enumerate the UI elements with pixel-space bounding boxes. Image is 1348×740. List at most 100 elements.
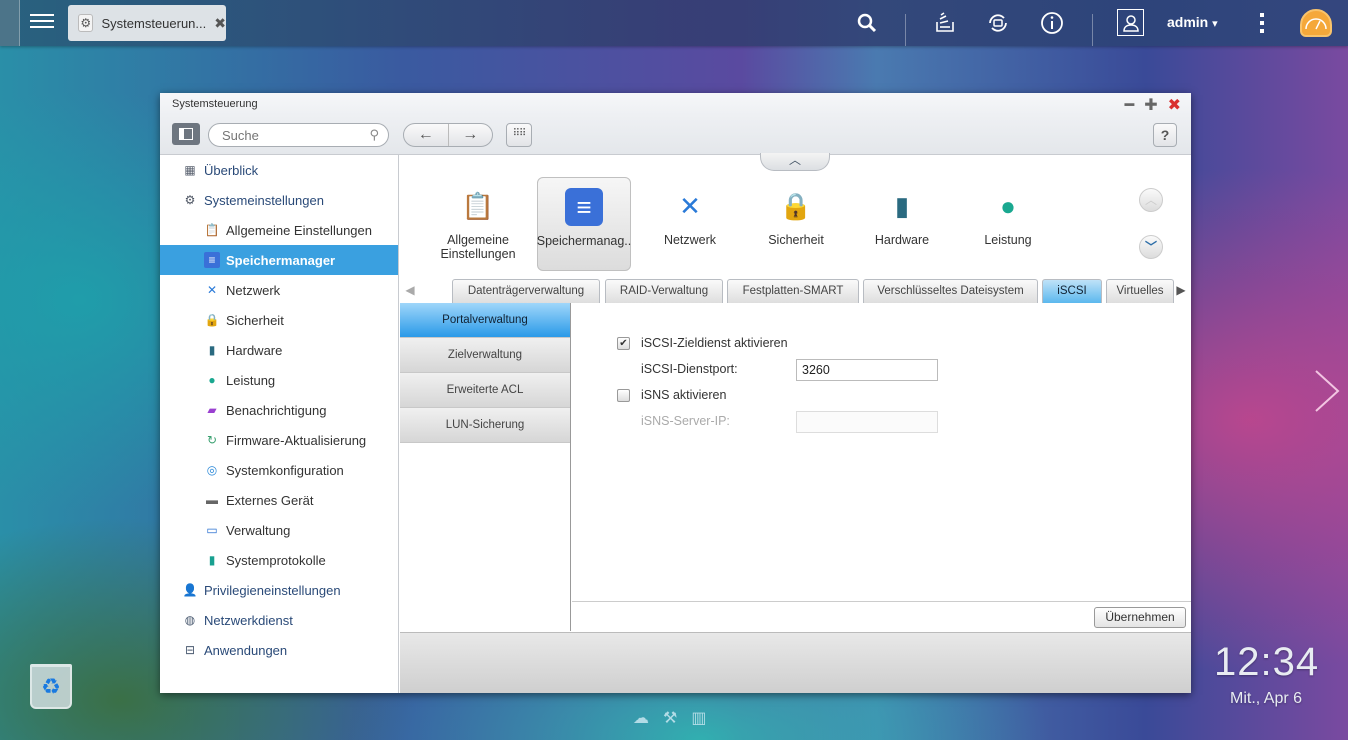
taskbar-tab-label: Systemsteuerun... [101, 15, 207, 31]
cloud-icon[interactable]: ☁ [633, 708, 649, 728]
book-icon[interactable]: ▥ [691, 708, 706, 728]
hardware-icon: ▮ [208, 343, 216, 357]
category-icon-button[interactable]: 🔒 Sicherheit [743, 177, 849, 271]
back-button[interactable]: ← [404, 124, 449, 146]
iscsi-enable-label: iSCSI-Zieldienst aktivieren [641, 336, 788, 350]
sidebar-item[interactable]: ↻ Firmware-Aktualisierung [160, 425, 398, 455]
app-grid-button[interactable]: ⠿⠿ [506, 123, 532, 147]
sidebar-item[interactable]: ▮ Hardware [160, 335, 398, 365]
sidebar-item[interactable]: ✕ Netzwerk [160, 275, 398, 305]
power-icon: ● [208, 373, 216, 387]
isns-ip-label: iSNS-Server-IP: [641, 414, 730, 428]
scroll-down-button[interactable]: ﹀ [1139, 235, 1163, 259]
general-settings-icon: 📋 [461, 191, 495, 221]
tab-scroll-right-icon[interactable]: ▶ [1173, 279, 1189, 301]
sidebar-item-label: Anwendungen [204, 642, 288, 658]
search-icon[interactable]: ⚲ [369, 127, 379, 143]
close-icon[interactable]: ✖ [1168, 95, 1181, 115]
isns-server-ip-input[interactable] [796, 411, 938, 433]
category-icon-button[interactable]: 📋 Allgemeine Einstellungen [425, 177, 531, 271]
sync-icon[interactable] [985, 8, 1011, 38]
user-menu[interactable]: admin ▾ [1167, 14, 1218, 30]
control-panel-window: Systemsteuerung ━ ✚ ✖ ⚲ ← → ⠿⠿ ? ▦ Überbl… [160, 93, 1191, 693]
sidebar-item-label: Systemkonfiguration [226, 462, 344, 478]
subtab[interactable]: RAID-Verwaltung [605, 279, 723, 303]
apply-button[interactable]: Übernehmen [1094, 607, 1186, 628]
category-icon-button[interactable]: ● Leistung [955, 177, 1061, 271]
iscsi-enable-checkbox[interactable]: ✔ [617, 336, 630, 350]
category-icon-label: Allgemeine Einstellungen [440, 233, 516, 261]
sidebar-item[interactable]: ⊟ Anwendungen [160, 635, 398, 665]
toggle-sidebar-button[interactable] [172, 123, 200, 145]
subtab[interactable]: Datenträgerverwaltung [452, 279, 600, 303]
window-titlebar[interactable]: Systemsteuerung ━ ✚ ✖ [160, 93, 1191, 115]
clock-time: 12:34 [1214, 640, 1320, 684]
window-toolbar: ⚲ ← → ⠿⠿ ? [160, 115, 1191, 155]
next-desktop-icon[interactable] [1312, 368, 1342, 414]
sidebar-item[interactable]: 📋 Allgemeine Einstellungen [160, 215, 398, 245]
sidebar-item-label: Firmware-Aktualisierung [226, 432, 367, 448]
gear-icon: ⚙ [78, 14, 94, 32]
sidebar-item[interactable]: ▰ Benachrichtigung [160, 395, 398, 425]
sidebar-item[interactable]: ◍ Netzwerkdienst [160, 605, 398, 635]
more-icon[interactable] [1252, 8, 1272, 38]
subtab[interactable]: Festplatten-SMART [727, 279, 859, 303]
sidebar-item[interactable]: ▭ Verwaltung [160, 515, 398, 545]
category-icon-button[interactable]: ≡ Speichermanag.. [537, 177, 631, 271]
scroll-up-button[interactable]: ︿ [1139, 188, 1163, 212]
sidebar-item[interactable]: 👤 Privilegieneinstellungen [160, 575, 398, 605]
forward-button[interactable]: → [449, 124, 493, 146]
iscsi-settings-form: ✔ iSCSI-Zieldienst aktivieren iSCSI-Dien… [572, 303, 1191, 601]
iscsi-nav-item[interactable]: LUN-Sicherung [400, 408, 570, 443]
sidebar-item-label: Systemprotokolle [226, 552, 326, 568]
sidebar-item[interactable]: ◎ Systemkonfiguration [160, 455, 398, 485]
sidebar-item[interactable]: ● Leistung [160, 365, 398, 395]
category-icon-button[interactable]: ▮ Hardware [849, 177, 955, 271]
taskbar-tab-systemsteuerung[interactable]: ⚙ Systemsteuerun... ✖ [68, 5, 226, 41]
isns-enable-label: iSNS aktivieren [641, 388, 727, 402]
help-button[interactable]: ? [1153, 123, 1177, 147]
maximize-icon[interactable]: ✚ [1144, 95, 1157, 115]
sidebar-item-label: Speichermanager [226, 252, 336, 268]
category-icon-button[interactable]: ✕ Netzwerk [637, 177, 743, 271]
minimize-icon[interactable]: ━ [1125, 95, 1135, 115]
collapse-icons-button[interactable]: ︿ [760, 153, 830, 171]
clock-date: Mit., Apr 6 [1230, 690, 1303, 707]
sidebar-item[interactable]: ▬ Externes Gerät [160, 485, 398, 515]
lock-icon: 🔒 [204, 313, 220, 327]
isns-enable-checkbox[interactable] [617, 388, 630, 402]
sidebar-item[interactable]: ▮ Systemprotokolle [160, 545, 398, 575]
info-icon[interactable] [1039, 8, 1065, 38]
chevron-down-icon: ▾ [1212, 18, 1218, 30]
gear-icon: ⚙ [184, 193, 196, 207]
user-icon[interactable] [1117, 9, 1144, 36]
port-label: iSCSI-Dienstport: [641, 362, 738, 376]
search-input[interactable] [222, 124, 362, 146]
close-icon[interactable]: ✖ [214, 15, 226, 32]
sidebar-item-label: Überblick [204, 162, 259, 178]
inbox-icon: ⊟ [184, 643, 196, 657]
sidebar-item[interactable]: ▦ Überblick [160, 155, 398, 185]
tab-scroll-left-icon[interactable]: ◀ [402, 279, 418, 301]
category-icon-row: 📋 Allgemeine Einstellungen ≡ Speichermanag.… [425, 177, 1061, 271]
recycle-bin-icon[interactable]: ♻ [30, 664, 72, 709]
sidebar-item[interactable]: ≡ Speichermanager [160, 245, 398, 275]
task-stack-icon[interactable] [932, 8, 958, 38]
search-icon[interactable] [854, 8, 880, 38]
sidebar-item[interactable]: ⚙ Systemeinstellungen [160, 185, 398, 215]
notification-icon: ▰ [207, 403, 217, 417]
sidebar-item[interactable]: 🔒 Sicherheit [160, 305, 398, 335]
iscsi-nav-item[interactable]: Erweiterte ACL [400, 373, 570, 408]
subtab[interactable]: iSCSI [1042, 279, 1102, 303]
main-menu-button[interactable] [30, 10, 54, 34]
hammer-icon[interactable]: ⚒ [663, 708, 677, 728]
iscsi-nav-item[interactable]: Zielverwaltung [400, 338, 570, 373]
category-icon-label: Sicherheit [768, 233, 824, 247]
category-icon-label: Netzwerk [663, 233, 717, 247]
subtab[interactable]: Verschlüsseltes Dateisystem [863, 279, 1038, 303]
dashboard-icon[interactable] [1300, 9, 1332, 37]
iscsi-port-input[interactable] [796, 359, 938, 381]
subtab[interactable]: Virtuelles [1106, 279, 1174, 303]
desktop-edge-handle[interactable] [0, 0, 20, 46]
iscsi-nav-item[interactable]: Portalverwaltung [400, 303, 570, 338]
